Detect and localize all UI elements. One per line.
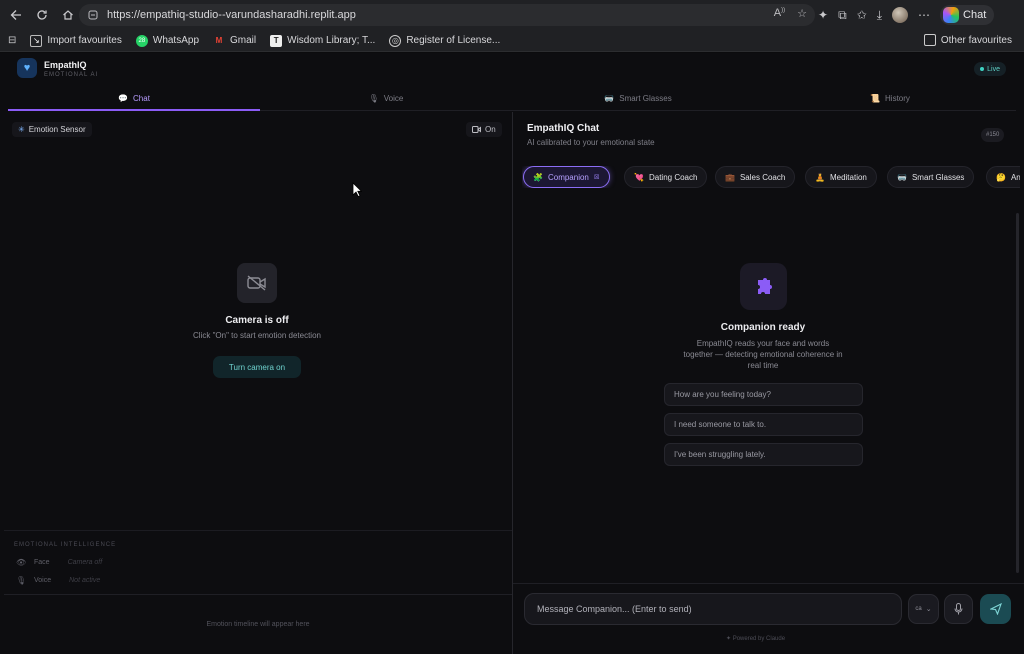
home-icon[interactable]	[56, 3, 80, 27]
copilot-chat-label: Chat	[963, 9, 987, 21]
ei-row-face: 👁 Face Camera off	[16, 558, 102, 567]
ei-row-label: Voice	[34, 577, 52, 584]
timeline-placeholder: Emotion timeline will appear here	[206, 621, 310, 628]
more-menu-icon[interactable]: ⋯	[918, 8, 930, 22]
emotional-intelligence-panel: EMOTIONAL INTELLIGENCE 👁 Face Camera off…	[4, 530, 512, 594]
address-bar[interactable]: https://empathiq-studio--varundasharadhi…	[79, 4, 815, 26]
emotion-timeline: Emotion timeline will appear here	[4, 594, 512, 654]
glasses-icon: 🥽	[604, 94, 615, 103]
sensor-icon: ✳	[18, 125, 25, 134]
emotion-sensor-label: ✳ Emotion Sensor	[12, 122, 92, 137]
downloads-icon[interactable]: ⤓	[877, 8, 882, 23]
back-icon[interactable]	[4, 3, 28, 27]
browser-tools: ✦ ⧉ ✩ ⤓ ⋯ Chat	[818, 4, 995, 26]
sensor-text: Emotion Sensor	[28, 125, 86, 134]
tab-label: History	[885, 94, 910, 103]
site-info-icon[interactable]	[85, 7, 101, 23]
eye-icon: 👁	[16, 558, 27, 567]
pane-divider	[512, 112, 513, 654]
live-status-badge: Live	[974, 62, 1006, 76]
ei-row-value: Camera off	[67, 559, 103, 566]
live-dot-icon	[980, 67, 985, 71]
copilot-icon	[943, 7, 960, 23]
camera-off-hint: Click "On" to start emotion detection	[193, 331, 321, 340]
url-text[interactable]: https://empathiq-studio--varundasharadhi…	[107, 9, 356, 21]
split-screen-icon[interactable]: ⧉	[838, 8, 847, 23]
microphone-icon: 🎙	[16, 576, 27, 585]
left-pane: ✳ Emotion Sensor On Camera is off Click …	[0, 53, 512, 654]
tab-label: Smart Glasses	[619, 94, 672, 103]
ei-row-label: Face	[34, 559, 50, 566]
ei-title: EMOTIONAL INTELLIGENCE	[14, 542, 117, 548]
mouse-cursor-icon	[352, 182, 363, 202]
camera-off-title: Camera is off	[225, 315, 289, 326]
video-icon	[472, 126, 481, 133]
ei-row-value: Not active	[69, 577, 101, 584]
reload-icon[interactable]	[30, 3, 54, 27]
live-label: Live	[987, 65, 1000, 73]
favourite-star-icon[interactable]: ☆	[797, 7, 807, 20]
turn-camera-on-button[interactable]: Turn camera on	[213, 356, 301, 378]
scroll-icon: 📜	[870, 94, 881, 103]
browser-toolbar: https://empathiq-studio--varundasharadhi…	[0, 0, 1024, 30]
favourites-icon[interactable]: ✩	[857, 8, 867, 22]
tab-history[interactable]: 📜 History	[764, 87, 1016, 111]
extensions-icon[interactable]: ✦	[818, 8, 828, 22]
camera-toggle-button[interactable]: On	[466, 122, 502, 137]
profile-avatar[interactable]	[892, 7, 909, 23]
camera-off-icon	[237, 263, 277, 303]
read-aloud-icon[interactable]: A))	[774, 7, 785, 20]
camera-toggle-label: On	[485, 125, 496, 134]
tab-smart-glasses[interactable]: 🥽 Smart Glasses	[512, 87, 764, 111]
ei-row-voice: 🎙 Voice Not active	[16, 576, 100, 585]
copilot-chat-button[interactable]: Chat	[940, 5, 995, 25]
